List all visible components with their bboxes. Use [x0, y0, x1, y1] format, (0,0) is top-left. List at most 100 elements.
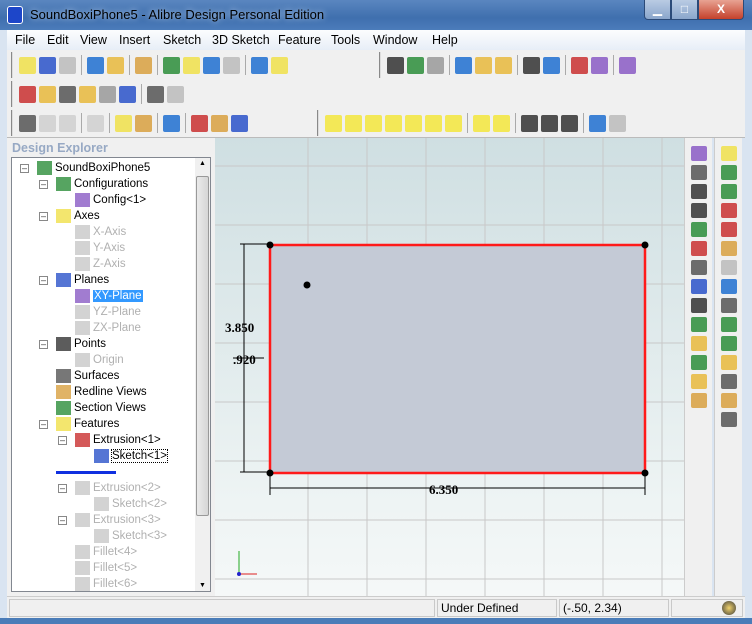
- grid-snap-icon[interactable]: [191, 114, 208, 132]
- open-folder-icon[interactable]: [39, 56, 56, 74]
- edit-icon[interactable]: [589, 114, 606, 132]
- section-view-icon[interactable]: [119, 85, 136, 103]
- menu-view[interactable]: View: [80, 33, 107, 47]
- collapse-toggle[interactable]: –: [58, 516, 67, 525]
- grid-icon[interactable]: [231, 114, 248, 132]
- app-icon[interactable]: [7, 6, 23, 24]
- tree-item[interactable]: Fillet<5>: [75, 560, 137, 576]
- sketch-canvas[interactable]: 3.850 .920 6.350: [215, 138, 684, 596]
- collapse-toggle[interactable]: –: [58, 484, 67, 493]
- previous-view-icon[interactable]: [523, 56, 540, 74]
- point-icon[interactable]: [690, 165, 707, 180]
- shell-icon[interactable]: [720, 260, 737, 275]
- rotate-icon[interactable]: [427, 56, 444, 74]
- width-dimension[interactable]: 6.350: [429, 482, 458, 497]
- display-icon[interactable]: [521, 114, 538, 132]
- menu-tools[interactable]: Tools: [331, 33, 360, 47]
- tree-item[interactable]: Sketch<1>: [94, 448, 168, 464]
- measure-icon[interactable]: [147, 85, 164, 103]
- cut-icon[interactable]: [720, 165, 737, 180]
- tree-item[interactable]: ZX-Plane: [75, 320, 141, 336]
- render-icon[interactable]: [619, 56, 636, 74]
- sketch-point-icon[interactable]: [690, 317, 707, 332]
- plane-icon[interactable]: [591, 56, 608, 74]
- rectangle-icon[interactable]: [690, 279, 707, 294]
- mirror-icon[interactable]: [720, 412, 737, 427]
- scroll-thumb[interactable]: [196, 176, 209, 516]
- balance-icon[interactable]: [167, 85, 184, 103]
- maximize-button[interactable]: □: [671, 0, 698, 20]
- view-rotate-left-icon[interactable]: [473, 114, 490, 132]
- tree-item[interactable]: Planes: [56, 272, 109, 288]
- view-front-icon[interactable]: [345, 114, 362, 132]
- menu-sketch[interactable]: Sketch: [163, 33, 201, 47]
- sketch-activate-icon[interactable]: [690, 146, 707, 161]
- sketch-rectangle[interactable]: [268, 243, 647, 475]
- tree-item[interactable]: Extrusion<2>: [75, 480, 161, 496]
- minimize-button[interactable]: ▁: [644, 0, 671, 20]
- tree-item[interactable]: XY-Plane: [75, 288, 143, 304]
- collapse-toggle[interactable]: –: [39, 420, 48, 429]
- point-insert-icon[interactable]: [59, 85, 76, 103]
- zoom-fit-icon[interactable]: [407, 56, 424, 74]
- vertex-point[interactable]: [641, 469, 649, 477]
- collapse-toggle[interactable]: –: [20, 164, 29, 173]
- vertex-point[interactable]: [266, 241, 274, 249]
- tree-item[interactable]: Fillet<4>: [75, 544, 137, 560]
- target-icon[interactable]: [609, 114, 626, 132]
- menu-3d-sketch[interactable]: 3D Sketch: [212, 33, 270, 47]
- new-part-icon[interactable]: [19, 56, 36, 74]
- offset-dimension[interactable]: .920: [233, 352, 256, 367]
- tree-item[interactable]: Extrusion<1>: [75, 432, 161, 448]
- sphere-icon[interactable]: [720, 317, 737, 332]
- tree-item[interactable]: YZ-Plane: [75, 304, 141, 320]
- scroll-up-icon[interactable]: ▲: [199, 160, 206, 167]
- menu-help[interactable]: Help: [432, 33, 458, 47]
- open-recent-icon[interactable]: [87, 56, 104, 74]
- menu-feature[interactable]: Feature: [278, 33, 321, 47]
- loft-icon[interactable]: [720, 203, 737, 218]
- list-icon[interactable]: [99, 85, 116, 103]
- toggle-icon[interactable]: [163, 114, 180, 132]
- menu-window[interactable]: Window: [373, 33, 417, 47]
- collapse-toggle[interactable]: –: [58, 436, 67, 445]
- zoom-window-icon[interactable]: [475, 56, 492, 74]
- close-button[interactable]: X: [698, 0, 744, 20]
- box-icon[interactable]: [720, 355, 737, 370]
- constraint-disabled-icon[interactable]: [59, 114, 76, 132]
- constraint-disabled-icon[interactable]: [39, 114, 56, 132]
- tree-item[interactable]: Points: [56, 336, 106, 352]
- save-icon[interactable]: [59, 56, 76, 74]
- tree-item[interactable]: Fillet<6>: [75, 576, 137, 591]
- redo-icon[interactable]: [271, 56, 288, 74]
- collapse-toggle[interactable]: –: [39, 180, 48, 189]
- helix-icon[interactable]: [720, 279, 737, 294]
- rollback-bar[interactable]: [56, 464, 119, 480]
- copy-icon[interactable]: [183, 56, 200, 74]
- tree-item[interactable]: Origin: [75, 352, 124, 368]
- select-arrow-icon[interactable]: [387, 56, 404, 74]
- hole-icon[interactable]: [720, 241, 737, 256]
- print-icon[interactable]: [135, 56, 152, 74]
- next-view-icon[interactable]: [543, 56, 560, 74]
- scroll-down-icon[interactable]: ▼: [199, 582, 206, 589]
- tree-item[interactable]: Configurations: [56, 176, 148, 192]
- tree-item[interactable]: Section Views: [56, 400, 146, 416]
- line-icon[interactable]: [690, 203, 707, 218]
- view-bottom-icon[interactable]: [445, 114, 462, 132]
- sketch-point[interactable]: [303, 281, 311, 289]
- view-back-icon[interactable]: [365, 114, 382, 132]
- tree-item[interactable]: Redline Views: [56, 384, 147, 400]
- collapse-toggle[interactable]: –: [39, 212, 48, 221]
- extrude-icon[interactable]: [720, 146, 737, 161]
- sweep-icon[interactable]: [720, 222, 737, 237]
- shading-icon[interactable]: [561, 114, 578, 132]
- sketch-mode-icon[interactable]: [571, 56, 588, 74]
- section-icon[interactable]: [541, 114, 558, 132]
- view-left-icon[interactable]: [405, 114, 422, 132]
- vertex-point[interactable]: [641, 241, 649, 249]
- tree-item[interactable]: Z-Axis: [75, 256, 126, 272]
- tree-item[interactable]: Surfaces: [56, 368, 119, 384]
- zoom-in-icon[interactable]: [455, 56, 472, 74]
- trim-icon[interactable]: [690, 355, 707, 370]
